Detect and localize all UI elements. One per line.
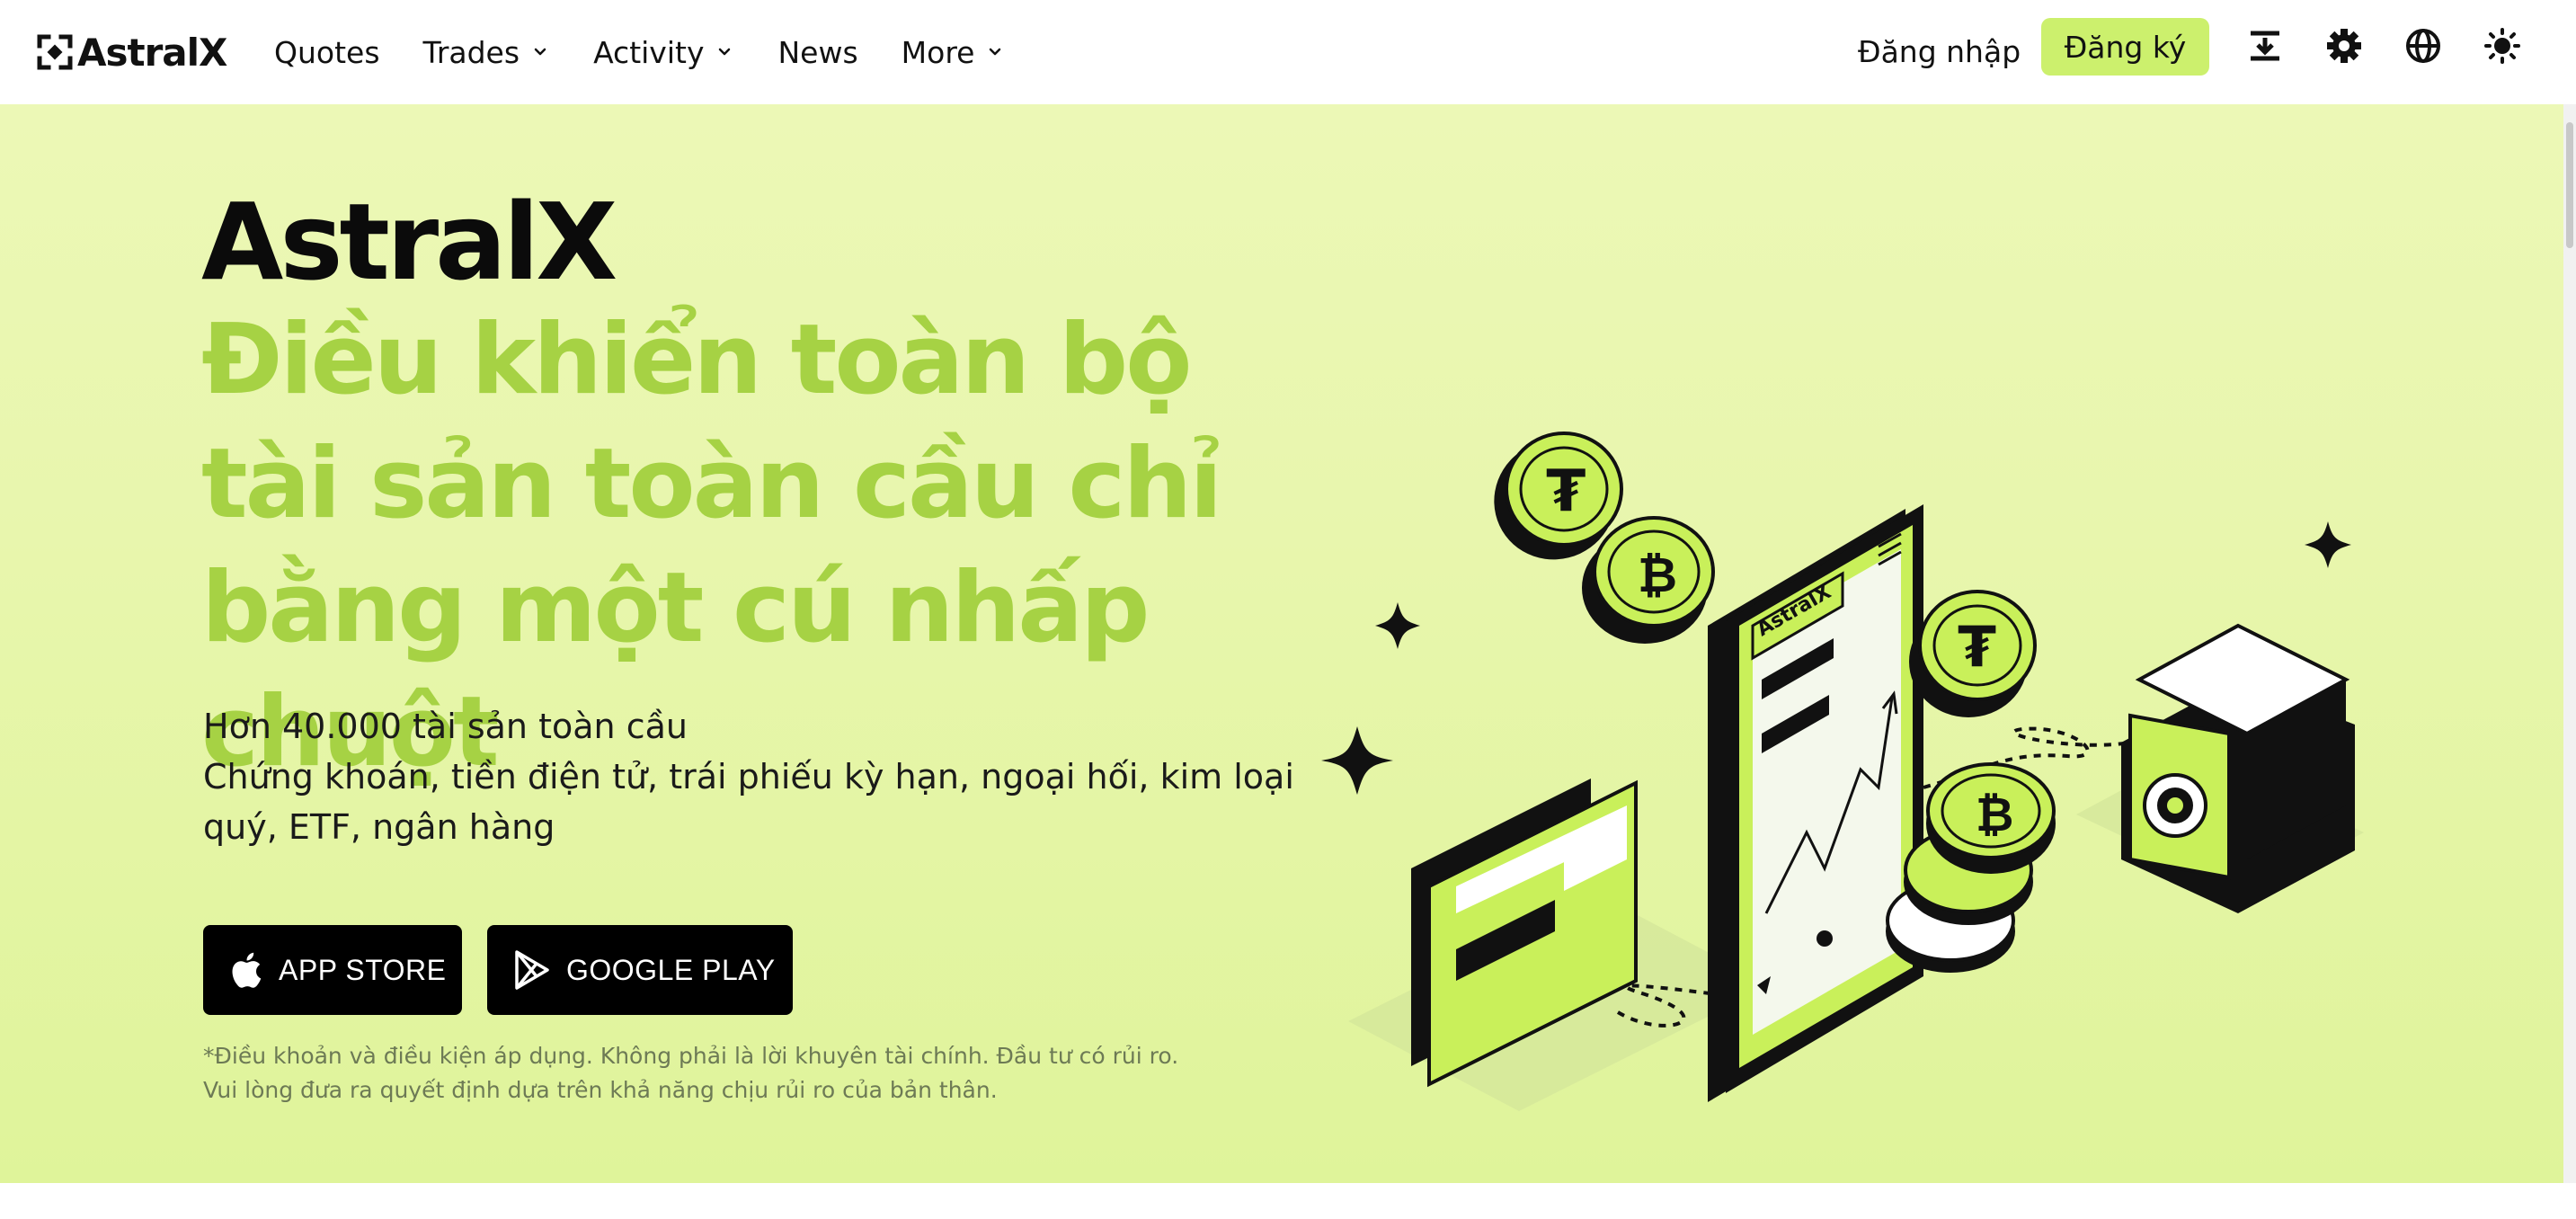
signup-button[interactable]: Đăng ký xyxy=(2041,18,2209,76)
main-nav: Quotes Trades Activity News More xyxy=(274,0,1048,104)
google-play-button[interactable]: GOOGLE PLAY xyxy=(487,925,793,1015)
top-navigation-bar: AstralX Quotes Trades Activity News More… xyxy=(0,0,2576,104)
nav-quotes-label: Quotes xyxy=(274,34,380,70)
coin-symbol: ₮ xyxy=(1958,614,1996,680)
hero-section: AstralX Điều khiển toàn bộ tài sản toàn … xyxy=(0,104,2576,1183)
nav-activity-label: Activity xyxy=(593,34,705,70)
sparkle-icon xyxy=(2305,521,2351,568)
nav-news-label: News xyxy=(777,34,858,70)
smartphone-graphic: AstralX xyxy=(1708,504,1923,1102)
google-play-label: GOOGLE PLAY xyxy=(566,953,776,986)
nav-more[interactable]: More xyxy=(902,35,1006,70)
language-button[interactable] xyxy=(2403,25,2444,67)
hero-illustration: AstralX ₮ ₿ ₮ ₿ xyxy=(1321,432,2364,1111)
hero-subheading-line2: Chứng khoán, tiền điện tử, trái phiếu kỳ… xyxy=(203,757,1294,847)
hero-subheading: Hơn 40.000 tài sản toàn cầu Chứng khoán,… xyxy=(203,701,1336,852)
logo-text: AstralX xyxy=(77,30,227,75)
download-icon xyxy=(2251,31,2279,61)
chevron-down-icon xyxy=(534,48,546,56)
disclaimer-line1: *Điều khoản và điều kiện áp dụng. Không … xyxy=(203,1043,1179,1069)
coin-symbol: ₿ xyxy=(1976,788,2013,842)
page-scrollbar[interactable] xyxy=(2563,104,2576,1183)
globe-icon xyxy=(2406,29,2440,63)
nav-trades-label: Trades xyxy=(422,34,520,70)
nav-activity[interactable]: Activity xyxy=(593,35,734,70)
app-store-label: APP STORE xyxy=(279,953,447,986)
coin-symbol: ₮ xyxy=(1546,458,1586,525)
hero-disclaimer: *Điều khoản và điều kiện áp dụng. Không … xyxy=(203,1039,1372,1108)
chevron-down-icon xyxy=(990,48,1001,56)
download-app-button[interactable] xyxy=(2244,25,2286,67)
nav-news[interactable]: News xyxy=(777,35,857,70)
coin-graphic: ₮ xyxy=(1909,590,2037,717)
gear-icon xyxy=(2327,29,2361,63)
app-store-button[interactable]: APP STORE xyxy=(203,925,462,1015)
disclaimer-line2: Vui lòng đưa ra quyết định dựa trên khả … xyxy=(203,1077,998,1103)
settings-button[interactable] xyxy=(2323,25,2365,67)
sparkle-icon xyxy=(1321,726,1393,795)
nav-more-label: More xyxy=(901,34,975,70)
safe-graphic xyxy=(2121,623,2355,913)
astralx-logo[interactable]: AstralX xyxy=(36,25,227,79)
coin-symbol: ₿ xyxy=(1638,547,1677,603)
logo-mark-icon xyxy=(37,34,73,70)
apple-icon xyxy=(232,952,262,988)
google-play-icon xyxy=(515,950,549,990)
nav-trades[interactable]: Trades xyxy=(423,35,551,70)
login-link[interactable]: Đăng nhập xyxy=(1858,27,2021,77)
nav-quotes[interactable]: Quotes xyxy=(274,35,380,70)
hero-subheading-line1: Hơn 40.000 tài sản toàn cầu xyxy=(203,707,688,746)
hero-brand-title: AstralX xyxy=(201,180,617,304)
scrollbar-thumb[interactable] xyxy=(2566,122,2573,248)
theme-toggle-button[interactable] xyxy=(2482,25,2523,67)
sparkle-icon xyxy=(1375,602,1420,649)
page-below-fold xyxy=(0,1183,2576,1219)
theme-sun-icon xyxy=(2484,28,2520,64)
chevron-down-icon xyxy=(719,48,731,56)
